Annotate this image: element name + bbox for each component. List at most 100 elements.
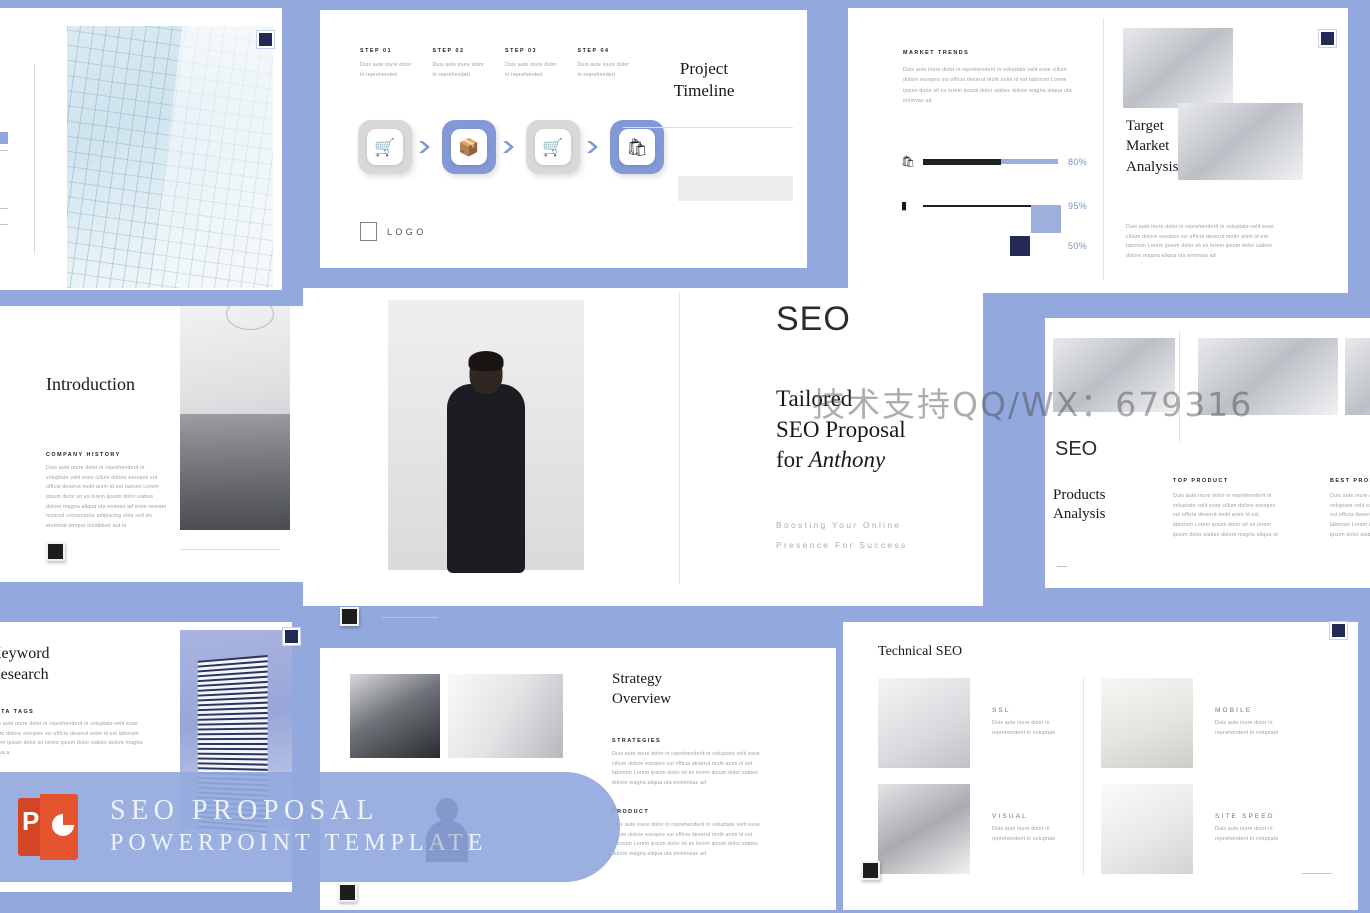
- target-market-body: Duis aute inure dolor in reprehenderit i…: [1126, 224, 1274, 259]
- step-icon-tile-2[interactable]: 📦: [442, 120, 496, 174]
- timeline-step: STEP 01 Duis aute inure dolor in reprehe…: [360, 48, 433, 80]
- target-title-line3: Analysis: [1126, 158, 1179, 175]
- slide-seo-proposal-title[interactable]: SEO Tailored SEO Proposal for Anthony Bo…: [303, 288, 983, 606]
- keyword-title-line2: Research: [0, 665, 49, 683]
- step-icon-tile-4[interactable]: 🛍: [610, 120, 664, 174]
- tech-cell-body: Duis aute inure dolor in reprehenderit i…: [1215, 826, 1279, 842]
- vertical-divider: [1083, 678, 1084, 876]
- company-history-kicker: COMPANY HISTORY: [46, 452, 121, 458]
- seo-eyebrow: SEO: [1055, 438, 1098, 460]
- box-icon: 📦: [451, 129, 487, 165]
- keyword-research-title: Keyword Research: [0, 644, 50, 686]
- person-torso-shape: [447, 383, 525, 573]
- office-desks-photo: [1053, 338, 1175, 412]
- desk-laptop-photo: [1123, 28, 1233, 108]
- promo-banner[interactable]: P SEO PROPOSAL POWERPOINT TEMPLATE: [0, 772, 620, 882]
- ppt-pie-shape: [52, 814, 74, 836]
- tech-cell-body: Duis aute inure dolor in reprehenderit i…: [992, 720, 1056, 736]
- person-silhouette-icon: [424, 798, 470, 862]
- step-text: Duis aute inure dolor in reprehenderi: [505, 62, 557, 78]
- basket-icon: 🛒: [367, 129, 403, 165]
- slide-cover-building[interactable]: [0, 8, 282, 290]
- navy-square-accent: [1319, 30, 1336, 47]
- strategy-title-line2: Overview: [612, 690, 672, 707]
- vertical-rule: [34, 64, 35, 254]
- tech-cell-label: SSL: [992, 707, 1011, 715]
- timeline-step-labels: STEP 01 Duis aute inure dolor in reprehe…: [360, 48, 650, 80]
- navy-square-accent: [1330, 622, 1347, 639]
- logo-text: LOGO: [387, 226, 427, 237]
- target-title-line2: Market: [1126, 138, 1170, 155]
- meta-tags-kicker: META TAGS: [0, 709, 35, 715]
- silhouette-head: [436, 798, 458, 822]
- step-icon-tile-3[interactable]: 🛒: [526, 120, 580, 174]
- tech-cell-label: SITE SPEED: [1215, 813, 1275, 821]
- products-column-1: TOP PRODUCT Duis aute inure dolor in rep…: [1173, 478, 1278, 540]
- step-text: Duis aute inure dolor in reprehenderi: [432, 62, 485, 78]
- proposal-title-line2: SEO Proposal: [776, 416, 906, 442]
- timeline-title-line2: Timeline: [673, 80, 735, 100]
- strategies-body: Duis aute inure dolor in reprehenderit i…: [612, 751, 760, 786]
- chevron-right-icon: [503, 141, 514, 153]
- company-history-body: Duis aute inure dolor in reprehenderit i…: [46, 465, 167, 529]
- step-label: STEP 01: [360, 48, 392, 54]
- bar-value-2: 95%: [1068, 201, 1088, 211]
- vertical-divider: [1179, 332, 1180, 442]
- proposal-subtitle-line2: Presence For Success: [776, 539, 908, 550]
- proposal-title-for: for: [776, 447, 809, 473]
- strategy-overview-title: Strategy Overview: [612, 670, 671, 710]
- bar-row-3: 50%: [901, 235, 1096, 257]
- laptop-desk-photo: [878, 678, 970, 768]
- presentation-mockup-canvas: STEP 01 Duis aute inure dolor in reprehe…: [0, 0, 1370, 913]
- timeline-icon-row: 🛒 📦 🛒 🛍: [358, 120, 664, 174]
- step-text: Duis aute inure dolor in reprehenderi: [577, 62, 630, 78]
- edge-fragment-b: [0, 150, 8, 151]
- logo-lockup[interactable]: LOGO: [360, 222, 427, 241]
- market-trends-kicker: MARKET TRENDS: [903, 50, 970, 56]
- tech-cell-text: VISUAL Duis aute inure dolor in reprehen…: [992, 813, 1066, 844]
- horizontal-rule: [180, 549, 280, 550]
- edge-fragment-c: [0, 208, 8, 209]
- proposal-title-line1: Tailored: [776, 386, 853, 411]
- step-text: Duis aute inure dolor in reprehenderi: [360, 62, 412, 78]
- imac-mug-photo: [1101, 678, 1193, 768]
- businessman-reading-photo: [350, 674, 440, 758]
- laptop-product-photo: [1198, 338, 1338, 415]
- technical-seo-title: Technical SEO: [878, 644, 963, 659]
- tech-cell-site-speed: SITE SPEED Duis aute inure dolor in repr…: [1101, 784, 1289, 874]
- proposal-client-name: Anthony: [808, 447, 886, 473]
- square-icon: [1010, 236, 1030, 256]
- market-trends-textblock: MARKET TRENDS Duis aute inure dolor in r…: [903, 50, 1073, 107]
- bar-row-2: ▮ 95%: [901, 195, 1096, 233]
- horizontal-rule: [1302, 873, 1332, 874]
- logo-mark-icon: [360, 222, 377, 241]
- step-icon-tile-1[interactable]: 🛒: [358, 120, 412, 174]
- bar-row-1: 🛍 80%: [901, 151, 1096, 173]
- column-body: Duis aute inure dolor in reprehenderit i…: [1330, 493, 1370, 538]
- shopping-bag-icon: 🛍: [619, 129, 655, 165]
- tech-cell-ssl: SSL Duis aute inure dolor in reprehender…: [878, 678, 1066, 768]
- slide-market-trends[interactable]: MARKET TRENDS Duis aute inure dolor in r…: [848, 8, 1348, 293]
- meta-tags-body: Duis aute inure dolor in reprehenderit i…: [0, 721, 143, 756]
- edge-fragment-a: [0, 132, 8, 144]
- slide-technical-seo[interactable]: Technical SEO SSL Duis aute inure dolor …: [843, 622, 1358, 910]
- products-title-line2: Analysis: [1053, 506, 1106, 523]
- proposal-subtitle-line1: Boosting Your Online: [776, 520, 902, 530]
- slide-products-analysis[interactable]: SEO Products Analysis TOP PRODUCT Duis a…: [1045, 318, 1370, 588]
- horizontal-rule: [382, 617, 438, 618]
- hands-keyboard-photo: [878, 784, 970, 874]
- bar-fill-1: [923, 159, 1001, 165]
- slide-introduction[interactable]: Introduction COMPANY HISTORY Duis aute i…: [0, 306, 304, 582]
- timeline-title: Project Timeline: [629, 58, 779, 102]
- powerpoint-icon: P: [14, 790, 88, 864]
- timeline-step: STEP 03 Duis aute inure dolor in reprehe…: [505, 48, 578, 80]
- grey-placeholder-block: [678, 176, 793, 201]
- tech-cell-text: SSL Duis aute inure dolor in reprehender…: [992, 707, 1066, 738]
- slide-project-timeline[interactable]: STEP 01 Duis aute inure dolor in reprehe…: [320, 10, 807, 268]
- glass-building-photo: [67, 10, 282, 290]
- bar-fill-2: [1031, 205, 1061, 233]
- photo-shadow-overlay: [180, 413, 290, 530]
- tech-cell-body: Duis aute inure dolor in reprehenderit i…: [1215, 720, 1279, 736]
- ppt-letter: P: [22, 806, 40, 836]
- person-hair-shape: [468, 351, 504, 372]
